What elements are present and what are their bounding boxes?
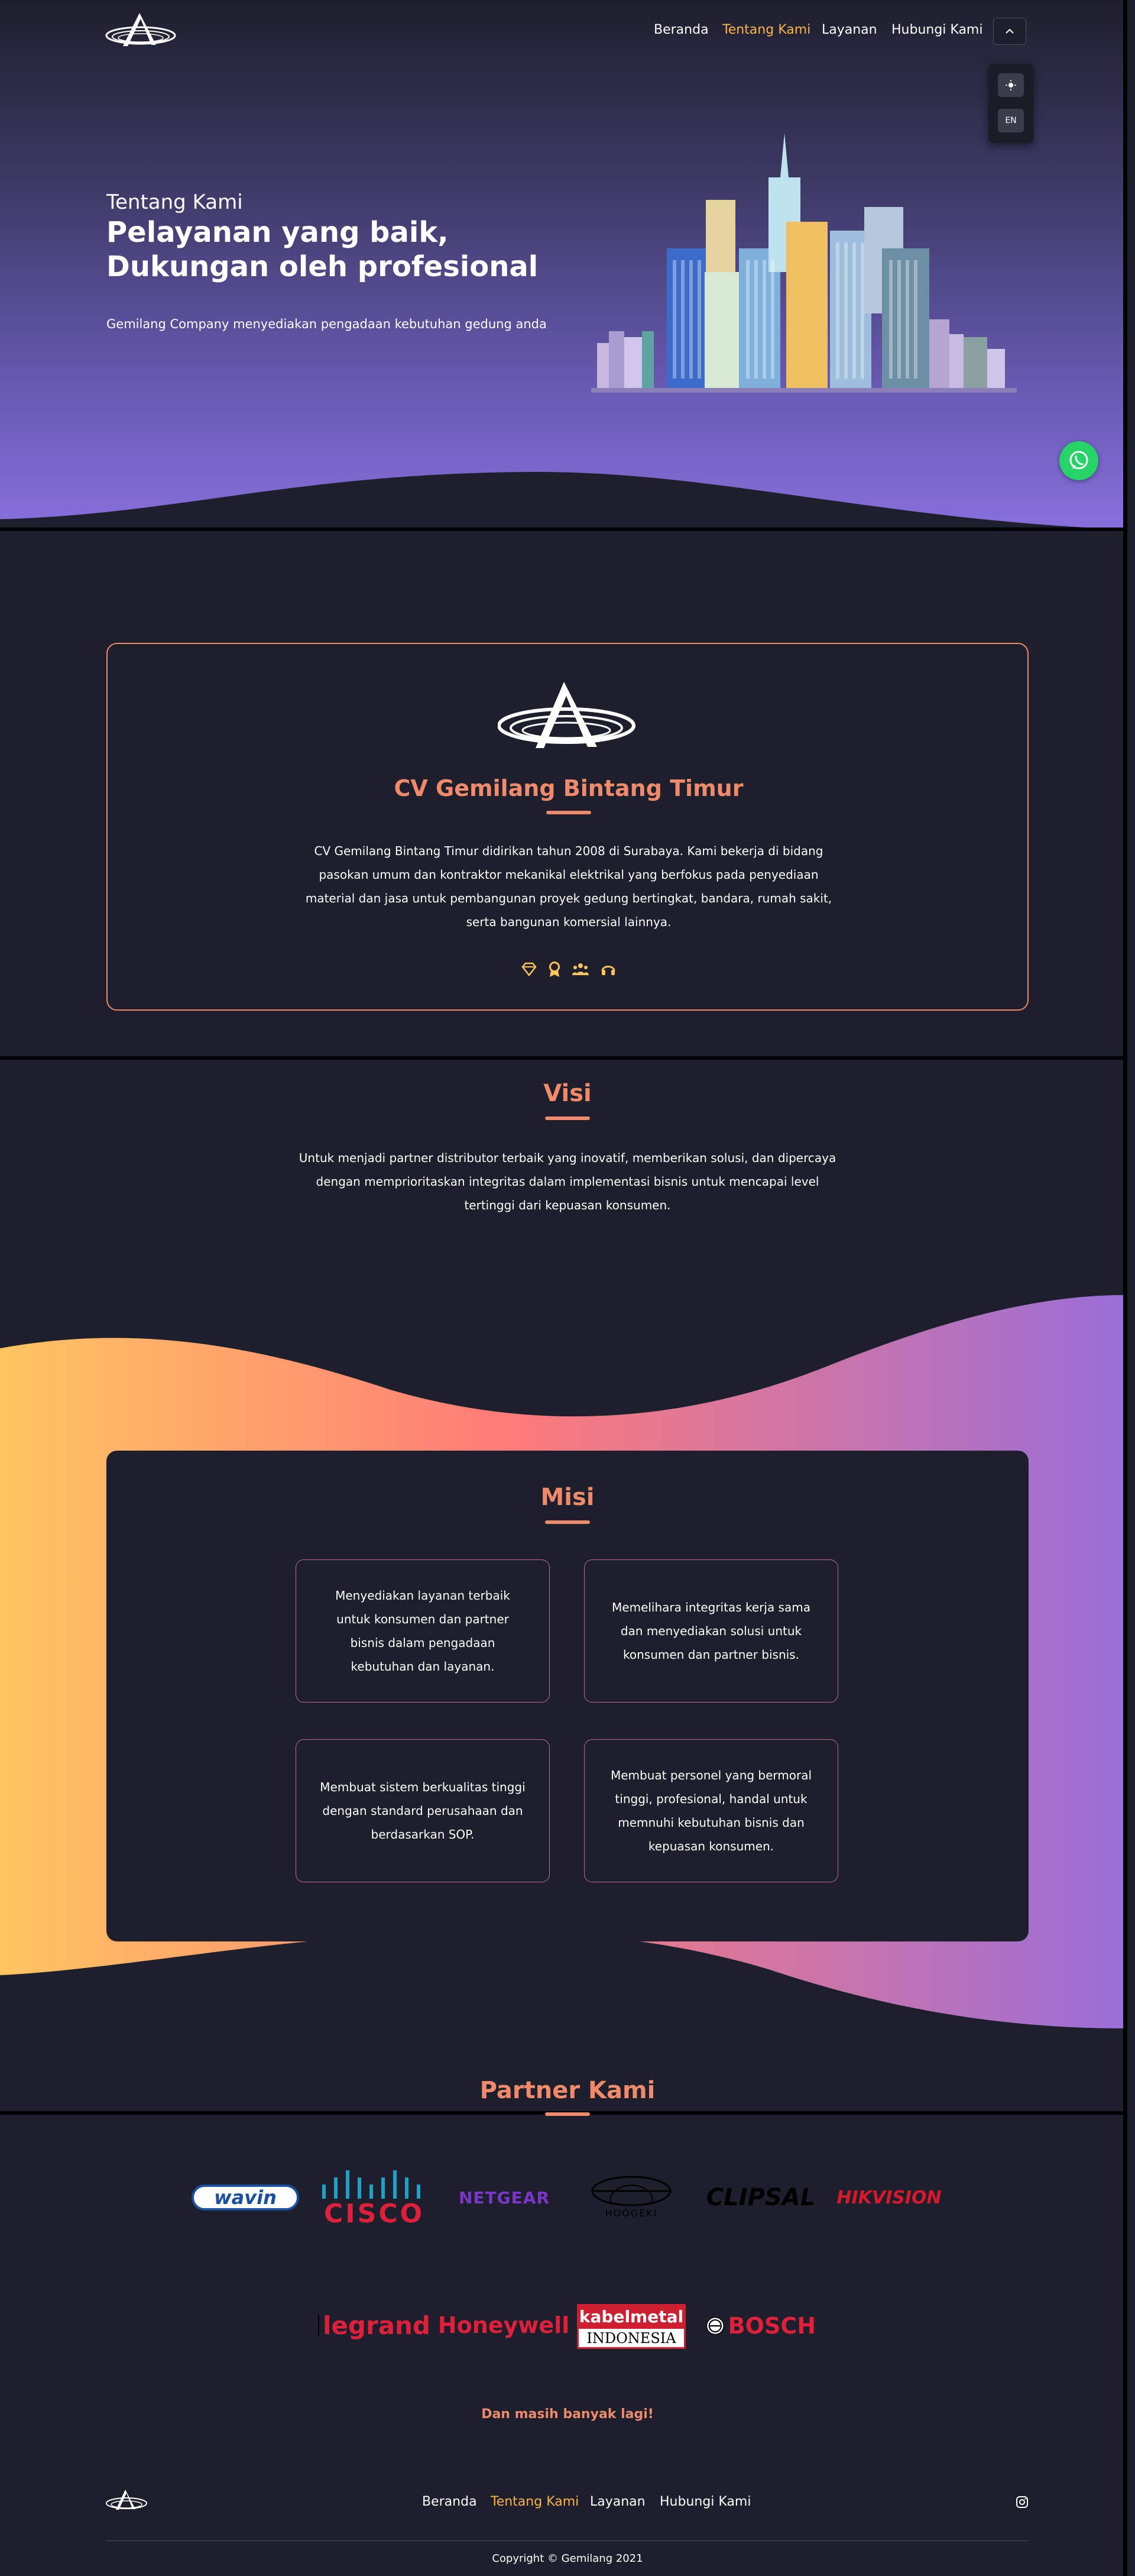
nav-item-tentang-kami[interactable]: Tentang Kami (722, 22, 810, 37)
company-name: CV Gemilang Bintang Timur (394, 775, 744, 801)
nav-item-hubungi-kami[interactable]: Hubungi Kami (891, 22, 982, 37)
hero-subtitle: Tentang Kami (106, 190, 243, 214)
misi-card-4: Membuat personel yang bermoral tinggi, p… (584, 1739, 838, 1882)
instagram-icon[interactable] (1016, 2496, 1029, 2509)
city-illustration (591, 133, 1017, 393)
company-card-logo (498, 682, 635, 748)
cisco-wordmark: CISCO (323, 2199, 425, 2229)
hero-title: Pelayanan yang baik, Dukungan oleh profe… (106, 216, 539, 283)
title-underline (545, 1520, 590, 1524)
kabelmetal-wordmark: kabelmetal (579, 2305, 684, 2329)
footer-nav-layanan[interactable]: Layanan (590, 2494, 646, 2509)
partner-logo-legrand: legrand (318, 2310, 430, 2341)
bosch-armature-icon (706, 2316, 724, 2335)
partner-logo-netgear: NETGEAR (459, 2187, 550, 2208)
misi-card-3: Membuat sistem berkualitas tinggi dengan… (296, 1739, 550, 1882)
company-logo[interactable] (105, 11, 180, 50)
clipsal-mark (700, 2186, 705, 2209)
company-card: CV Gemilang Bintang Timur CV Gemilang Bi… (106, 643, 1029, 1011)
partner-logo-bosch: BOSCH (706, 2311, 816, 2341)
footer-nav-beranda[interactable]: Beranda (422, 2494, 477, 2509)
team-icon (572, 963, 589, 975)
misi-title: Misi (540, 1484, 595, 1511)
hoogeki-wordmark: HOOGEKI (605, 2207, 658, 2219)
kabelmetal-country: INDONESIA (586, 2330, 676, 2347)
footer-logo[interactable] (105, 2488, 149, 2512)
partner-logo-cisco: CISCO (318, 2168, 430, 2229)
title-underline (545, 1117, 590, 1120)
diamond-icon (521, 962, 537, 976)
nav-item-layanan[interactable]: Layanan (822, 22, 877, 37)
sun-icon (1006, 80, 1016, 90)
award-icon (549, 962, 560, 977)
clipsal-wordmark: CLIPSAL (706, 2184, 816, 2211)
headset-icon (601, 966, 615, 975)
footer-nav-tentang-kami[interactable]: Tentang Kami (491, 2494, 579, 2509)
theme-toggle-button[interactable] (998, 73, 1024, 97)
hero-description: Gemilang Company menyediakan pengadaan k… (106, 317, 547, 331)
footer-nav-hubungi-kami[interactable]: Hubungi Kami (660, 2494, 751, 2509)
title-underline (545, 2112, 590, 2116)
title-underline (546, 811, 591, 814)
partner-logo-kabelmetal: kabelmetal INDONESIA (577, 2304, 686, 2349)
hoogeki-emblem-icon (591, 2176, 672, 2206)
whatsapp-icon (1069, 451, 1088, 470)
bosch-wordmark: BOSCH (728, 2313, 816, 2339)
whatsapp-button[interactable] (1059, 441, 1098, 480)
partner-logo-clipsal: CLIPSAL (700, 2183, 816, 2212)
copyright-text: Copyright © Gemilang 2021 (492, 2552, 643, 2565)
screen-divider (0, 528, 1123, 531)
partners-title: Partner Kami (479, 2077, 656, 2104)
nav-item-beranda[interactable]: Beranda (654, 22, 709, 37)
language-button[interactable]: EN (998, 109, 1024, 132)
partner-logo-wavin: wavin (192, 2185, 299, 2211)
company-description: CV Gemilang Bintang Timur didirikan tahu… (305, 844, 832, 929)
hero-wave (0, 471, 1123, 532)
legrand-mark (318, 2315, 320, 2335)
partner-logo-honeywell: Honeywell (437, 2312, 570, 2338)
misi-section: Misi Menyediakan layanan terbaik untuk k… (106, 1451, 1029, 1941)
partners-more-link[interactable]: Dan masih banyak lagi! (0, 2407, 1135, 2422)
misi-card-2: Memelihara integritas kerja sama dan men… (584, 1559, 838, 1703)
cisco-bars-icon (322, 2170, 420, 2199)
partner-logo-hikvision: HIKVISION (836, 2187, 942, 2208)
nav-toggle-button[interactable] (993, 18, 1026, 45)
visi-text: Untuk menjadi partner distributor terbai… (299, 1151, 836, 1212)
chevron-up-icon (1006, 28, 1014, 34)
partner-logo-hoogeki: HOOGEKI (589, 2172, 674, 2221)
misi-card-1: Menyediakan layanan terbaik untuk konsum… (296, 1559, 550, 1703)
legrand-wordmark: legrand (323, 2310, 430, 2340)
company-icons (521, 957, 616, 981)
visi-title: Visi (543, 1080, 592, 1107)
screen-divider (0, 1056, 1123, 1060)
scrollbar[interactable] (1123, 0, 1127, 2576)
